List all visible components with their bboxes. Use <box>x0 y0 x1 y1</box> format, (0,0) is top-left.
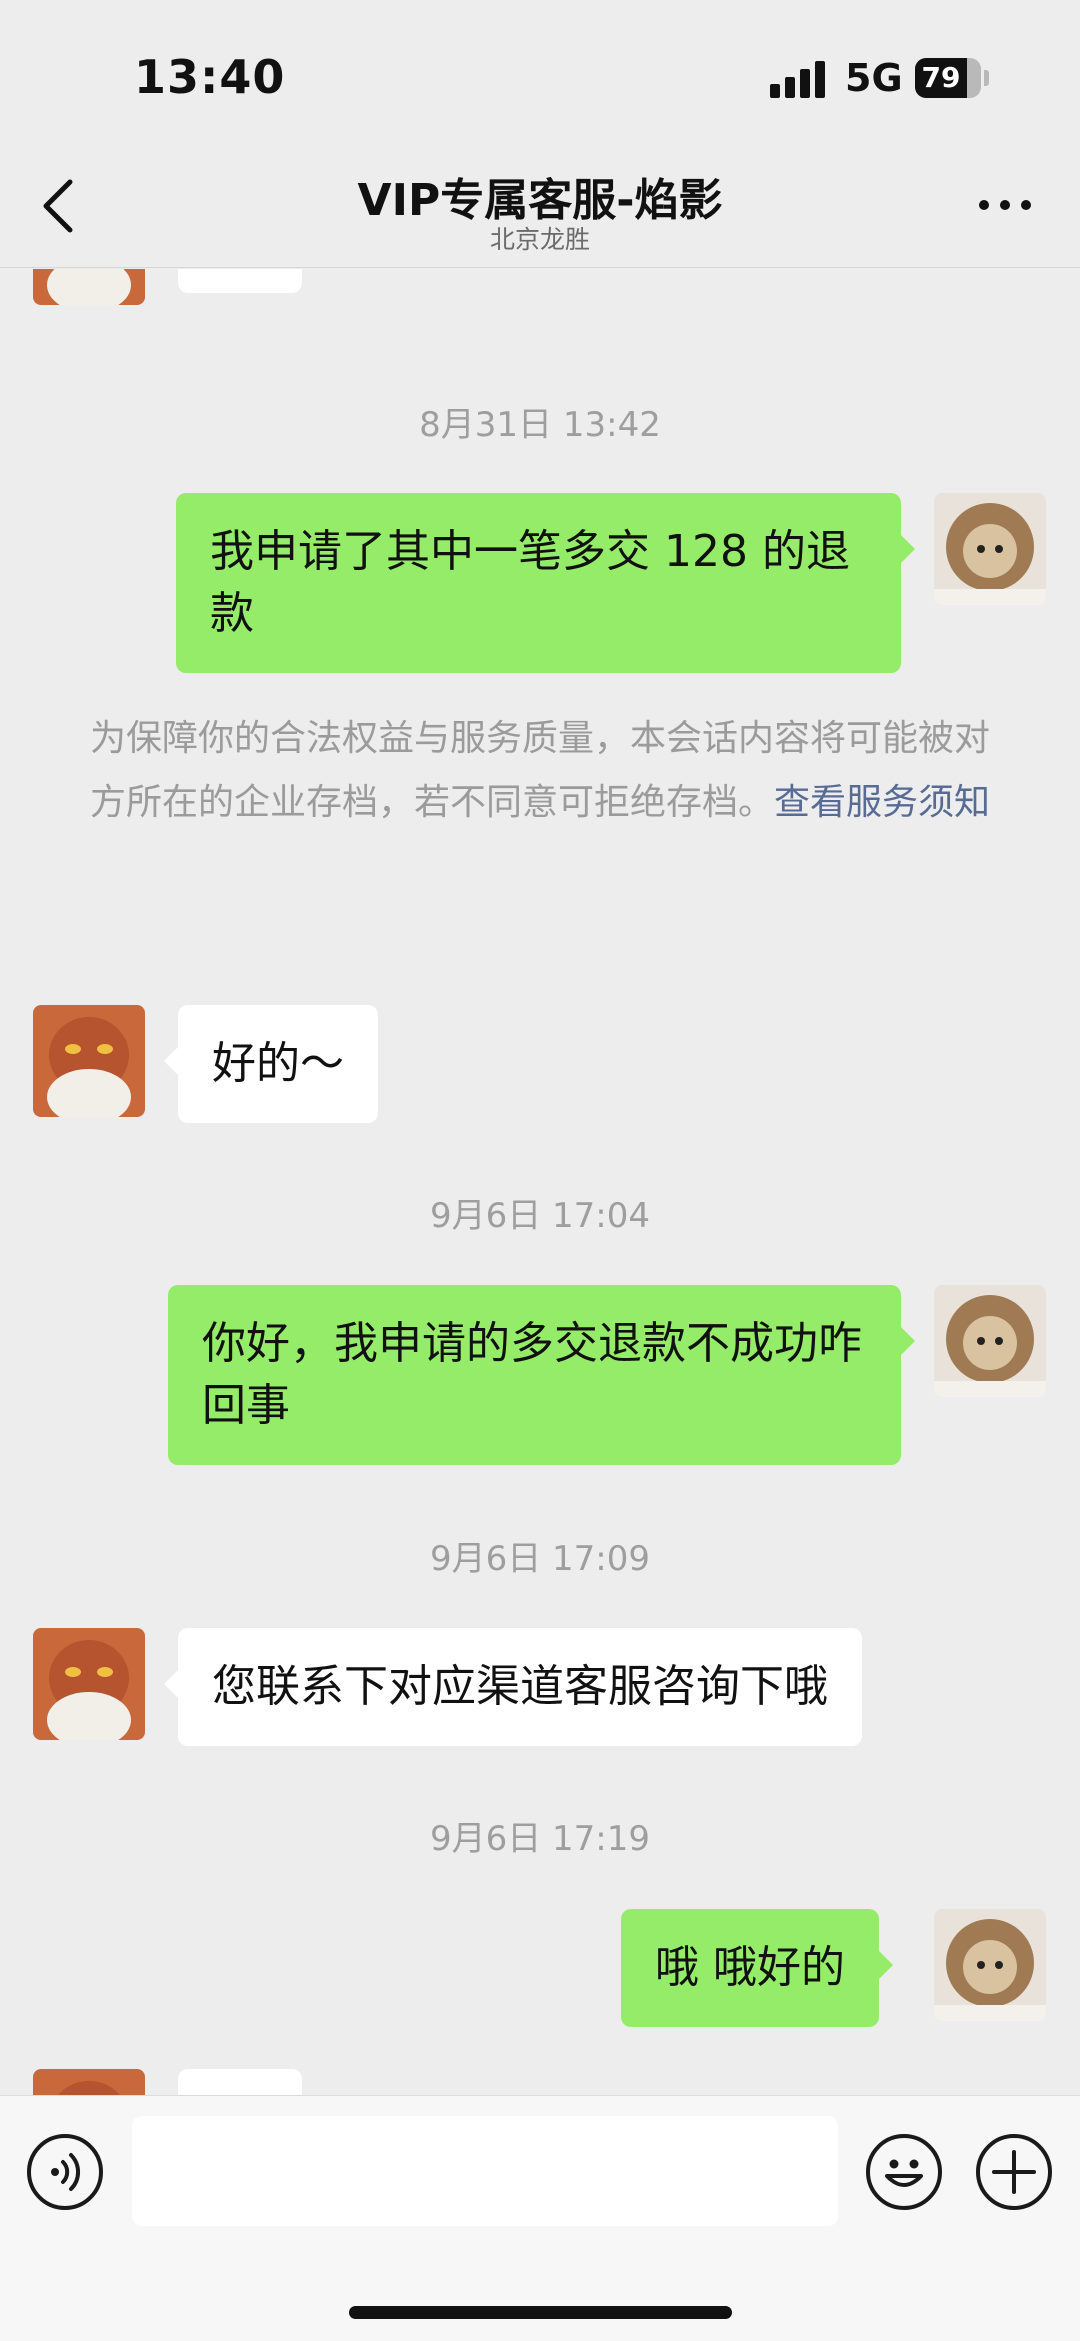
orc-avatar-icon <box>33 1628 145 1740</box>
received-bubble-partial[interactable] <box>178 269 302 293</box>
sent-bubble[interactable]: 哦 哦好的 <box>621 1909 893 2027</box>
plus-icon <box>992 2150 1036 2194</box>
timestamp: 9月6日 17:04 <box>429 1196 651 1236</box>
emoji-icon <box>885 2159 923 2187</box>
voice-icon <box>51 2153 81 2191</box>
sent-bubble[interactable]: 我申请了其中一笔多交 128 的退款 <box>176 493 915 673</box>
cat-lion-avatar-icon <box>934 1285 1046 1397</box>
contact-avatar[interactable] <box>33 269 145 305</box>
plus-button[interactable] <box>976 2134 1052 2210</box>
timestamp: 9月6日 17:19 <box>429 1819 651 1859</box>
more-dot-icon <box>1000 200 1010 210</box>
input-bar <box>0 2095 1080 2341</box>
home-indicator[interactable] <box>349 2306 732 2319</box>
more-dot-icon <box>1021 200 1031 210</box>
signal-icon <box>770 60 830 98</box>
archive-notice: 为保障你的合法权益与服务质量，本会话内容将可能被对方所在的企业存档，若不同意可拒… <box>80 707 1000 835</box>
received-bubble[interactable]: 您联系下对应渠道客服咨询下哦 <box>164 1628 862 1746</box>
my-avatar[interactable] <box>934 1285 1046 1397</box>
sent-bubble[interactable]: 你好，我申请的多交退款不成功咋回事 <box>168 1285 915 1465</box>
emoji-button[interactable] <box>866 2134 942 2210</box>
more-dot-icon <box>979 200 989 210</box>
chat-screen: 13:40 5G 79 VIP专属客服-焰影 北京龙胜 8月31日 13:42 … <box>0 0 1080 2341</box>
received-bubble[interactable]: 好的～ <box>164 1005 378 1123</box>
received-bubble-partial[interactable] <box>178 2069 302 2095</box>
battery-cap <box>984 70 989 86</box>
contact-avatar[interactable] <box>33 1628 145 1740</box>
status-time: 13:40 <box>134 50 286 104</box>
cat-lion-avatar-icon <box>934 1909 1046 2021</box>
voice-button[interactable] <box>27 2134 103 2210</box>
nav-bar: VIP专属客服-焰影 北京龙胜 <box>0 150 1080 268</box>
orc-avatar-icon <box>33 2069 145 2095</box>
cat-lion-avatar-icon <box>934 493 1046 605</box>
message-input[interactable] <box>132 2116 838 2226</box>
battery-level: 79 <box>921 61 961 94</box>
service-notice-link[interactable]: 查看服务须知 <box>774 782 990 823</box>
network-label: 5G <box>845 56 903 100</box>
timestamp: 8月31日 13:42 <box>419 405 661 445</box>
chat-title: VIP专属客服-焰影 <box>357 175 723 226</box>
battery-icon: 79 <box>915 58 981 98</box>
message-list[interactable]: 8月31日 13:42 我申请了其中一笔多交 128 的退款 为保障你的合法权益… <box>0 269 1080 2095</box>
my-avatar[interactable] <box>934 1909 1046 2021</box>
timestamp: 9月6日 17:09 <box>429 1539 651 1579</box>
more-button[interactable] <box>965 190 1045 220</box>
orc-avatar-icon <box>33 269 145 305</box>
orc-avatar-icon <box>33 1005 145 1117</box>
status-bar: 13:40 5G 79 <box>0 0 1080 150</box>
contact-avatar[interactable] <box>33 2069 145 2095</box>
my-avatar[interactable] <box>934 493 1046 605</box>
contact-avatar[interactable] <box>33 1005 145 1117</box>
chat-subtitle: 北京龙胜 <box>489 225 590 254</box>
